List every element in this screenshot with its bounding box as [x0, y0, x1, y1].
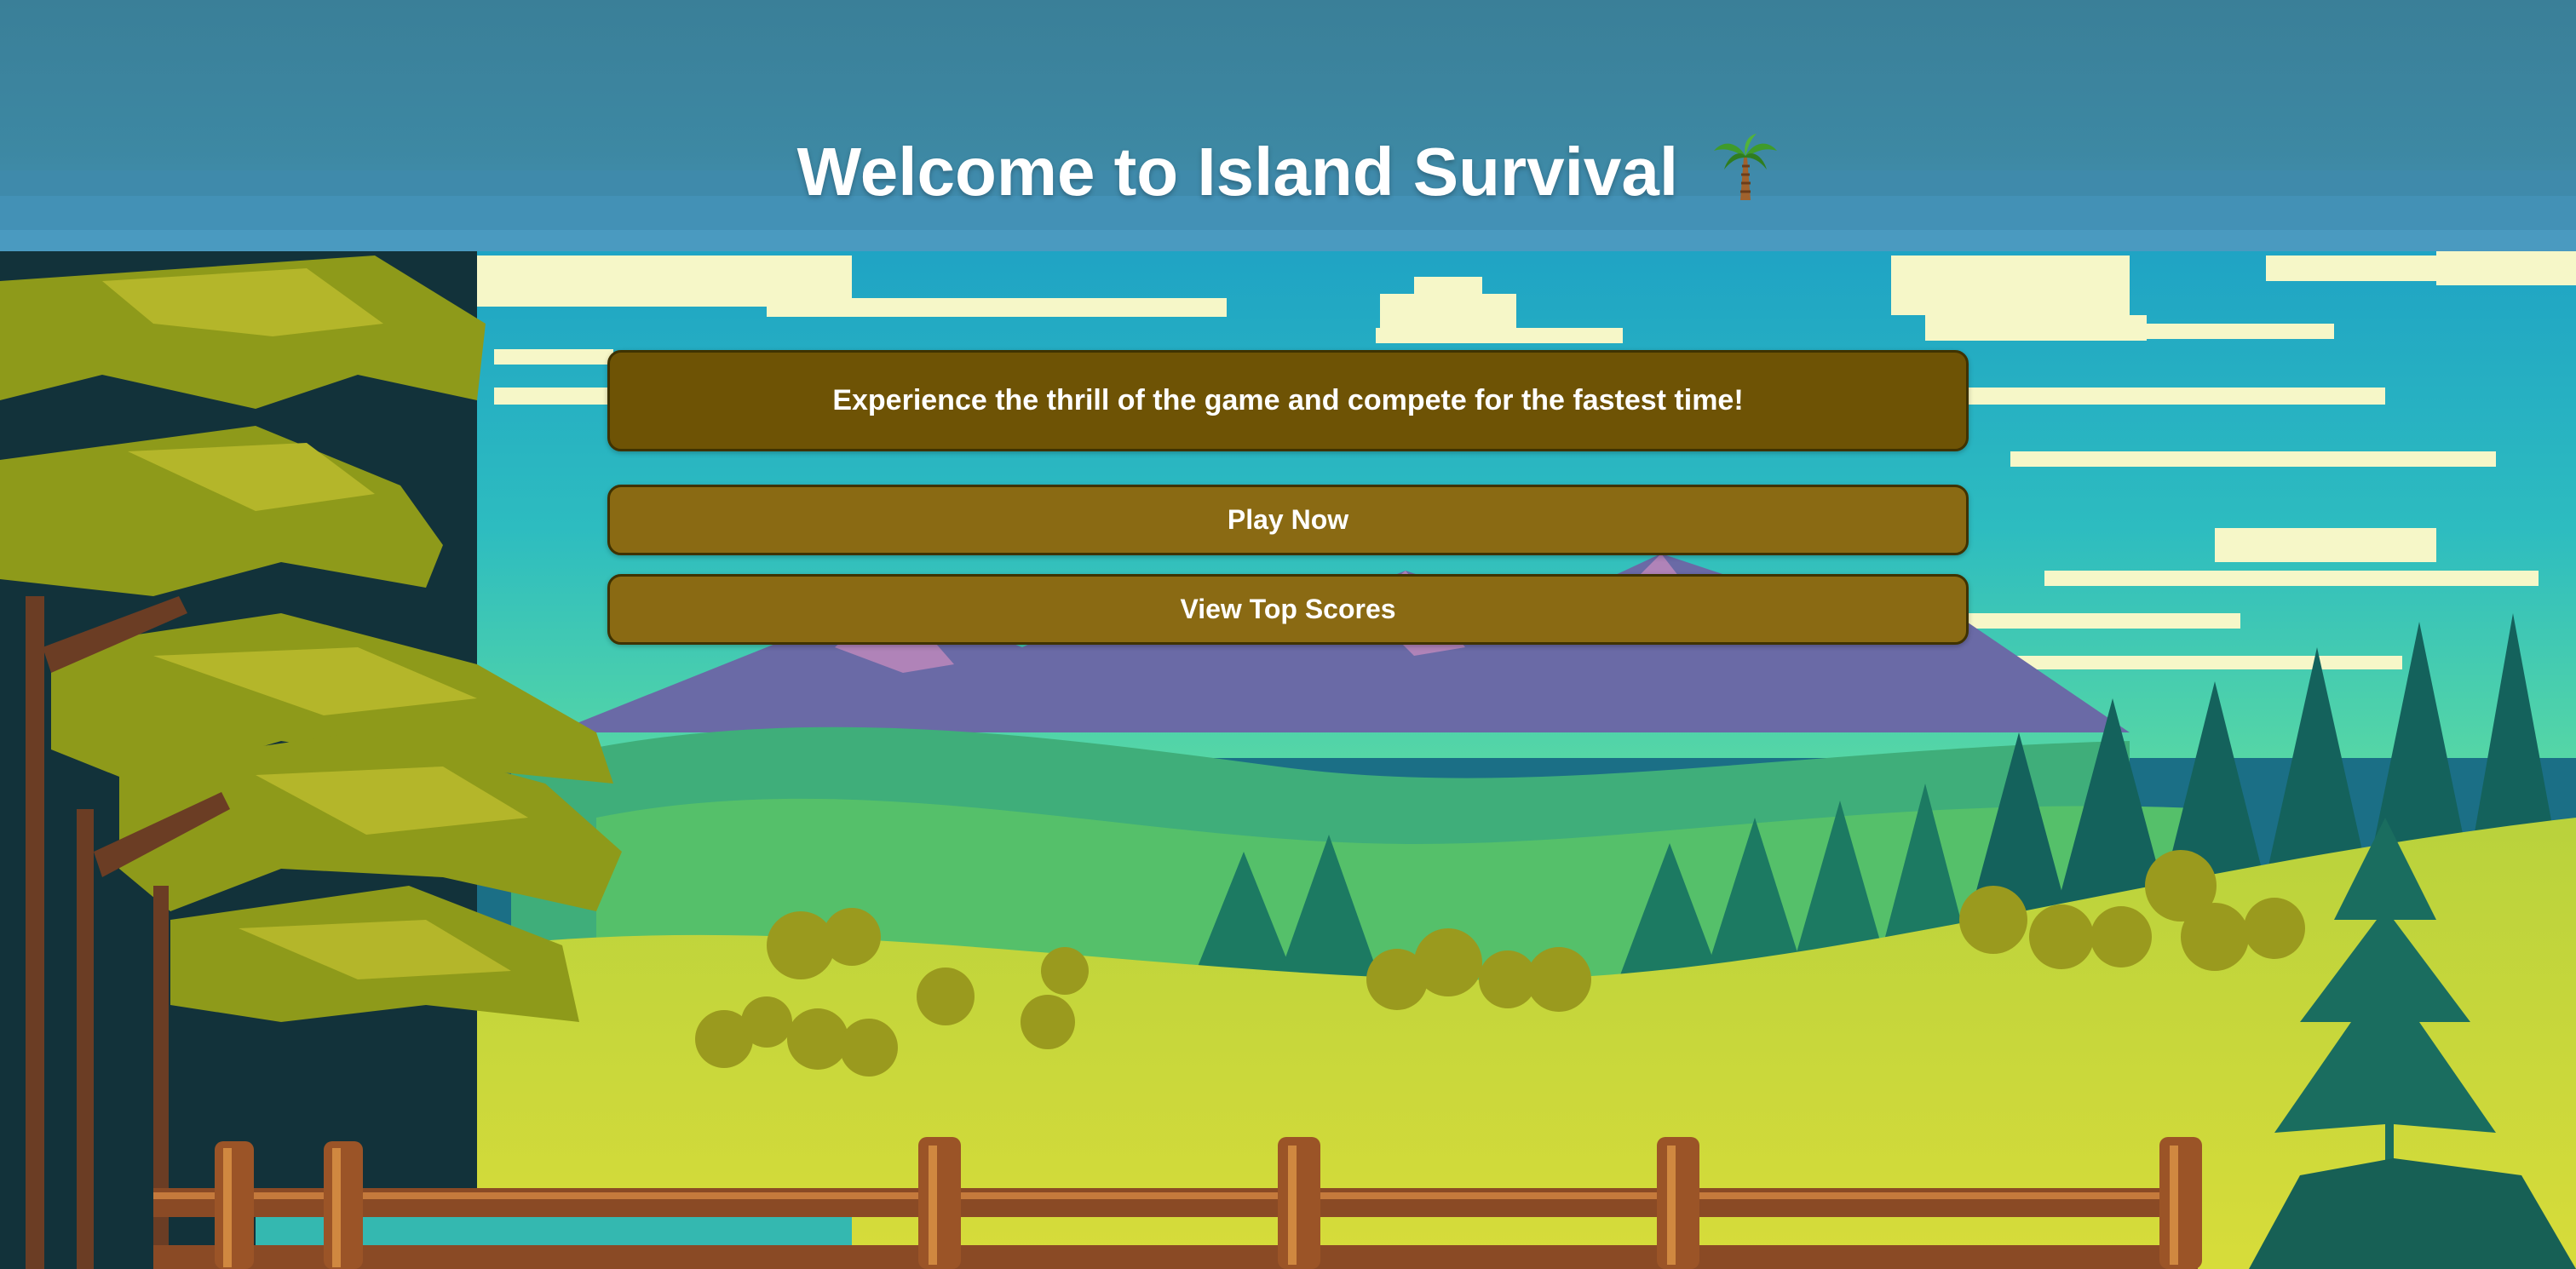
tagline-text: Experience the thrill of the game and co…: [832, 384, 1744, 416]
title-text: Welcome to Island Survival: [796, 133, 1679, 210]
view-top-scores-label: View Top Scores: [1180, 594, 1396, 624]
tagline-panel: Experience the thrill of the game and co…: [607, 350, 1969, 451]
play-now-label: Play Now: [1227, 504, 1349, 535]
page-title: Welcome to Island Survival: [0, 131, 2576, 220]
play-now-button[interactable]: Play Now: [607, 485, 1969, 555]
palm-tree-icon: [1712, 132, 1779, 220]
view-top-scores-button[interactable]: View Top Scores: [607, 574, 1969, 645]
